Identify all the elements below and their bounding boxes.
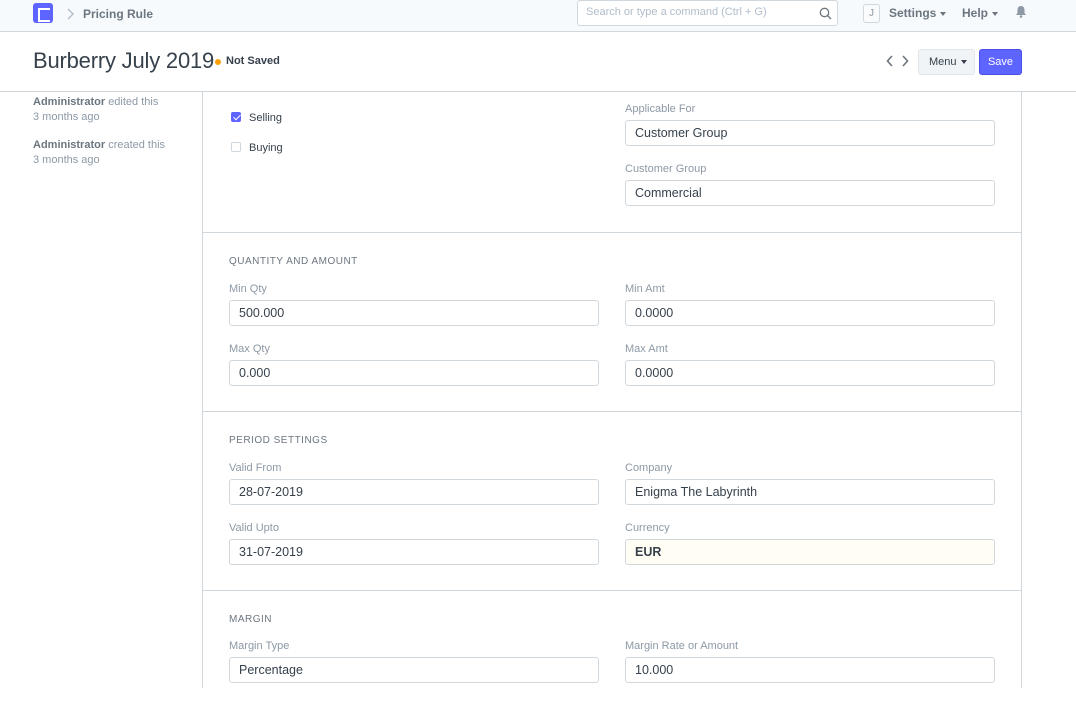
search-input[interactable]: [586, 6, 816, 18]
margin-type-select[interactable]: Percentage: [229, 657, 599, 683]
timeline-user[interactable]: Administrator: [33, 139, 105, 151]
caret-down-icon: [992, 11, 999, 16]
applicable-for-field: Applicable For Customer Group: [625, 103, 995, 146]
section-heading: QUANTITY AND AMOUNT: [229, 256, 358, 267]
margin-rate-label: Margin Rate or Amount: [625, 640, 739, 652]
selling-label: Selling: [249, 112, 283, 124]
caret-down-icon: [960, 60, 967, 65]
help-dropdown[interactable]: Help: [962, 6, 999, 20]
min-qty-input[interactable]: 500.000: [229, 300, 599, 326]
section-quantity-amount: QUANTITY AND AMOUNT Min Qty 500.000 Min …: [203, 233, 1021, 412]
search-icon[interactable]: [819, 7, 832, 20]
margin-type-label: Margin Type: [229, 640, 290, 652]
valid-from-input[interactable]: 28-07-2019: [229, 479, 599, 505]
selling-checkbox[interactable]: [231, 112, 241, 123]
menu-button[interactable]: Menu: [918, 49, 975, 75]
applicable-for-label: Applicable For: [625, 103, 696, 115]
search-bar[interactable]: [577, 0, 838, 26]
help-label: Help: [962, 6, 989, 20]
max-amt-field: Max Amt 0.0000: [625, 343, 995, 386]
previous-record-icon[interactable]: [885, 54, 895, 68]
section-heading: PERIOD SETTINGS: [229, 435, 328, 446]
page-head: Burberry July 2019 Not Saved Menu Save: [0, 32, 1076, 92]
app-logo[interactable]: [33, 3, 53, 23]
company-field: Company Enigma The Labyrinth: [625, 462, 995, 505]
pricing-rule-form: Selling Buying Applicable For Customer G…: [202, 92, 1022, 688]
max-qty-input[interactable]: 0.000: [229, 360, 599, 386]
customer-group-label: Customer Group: [625, 163, 707, 175]
max-qty-field: Max Qty 0.000: [229, 343, 599, 386]
valid-from-label: Valid From: [229, 462, 282, 474]
caret-down-icon: [940, 11, 947, 16]
margin-rate-input[interactable]: 10.000: [625, 657, 995, 683]
currency-input[interactable]: EUR: [625, 539, 995, 565]
settings-dropdown[interactable]: Settings: [889, 6, 947, 20]
margin-type-field: Margin Type Percentage: [229, 640, 599, 683]
chevron-right-icon: [67, 8, 74, 20]
settings-label: Settings: [889, 6, 937, 20]
margin-rate-field: Margin Rate or Amount 10.000: [625, 640, 995, 683]
timeline-action: created this: [108, 139, 166, 151]
timeline-user[interactable]: Administrator: [33, 96, 105, 108]
menu-label: Menu: [929, 56, 957, 68]
valid-upto-input[interactable]: 31-07-2019: [229, 539, 599, 565]
save-button[interactable]: Save: [979, 49, 1022, 75]
currency-label: Currency: [625, 522, 670, 534]
buying-checkbox[interactable]: [231, 142, 241, 153]
timeline-sidebar: Administrator edited this 3 months ago A…: [33, 95, 193, 181]
timeline-entry: Administrator edited this 3 months ago: [33, 95, 193, 125]
min-amt-input[interactable]: 0.0000: [625, 300, 995, 326]
buying-label: Buying: [249, 142, 283, 154]
min-qty-label: Min Qty: [229, 283, 267, 295]
min-amt-label: Min Amt: [625, 283, 665, 295]
navbar: Pricing Rule J Settings Help: [0, 0, 1076, 32]
valid-upto-field: Valid Upto 31-07-2019: [229, 522, 599, 565]
next-record-icon[interactable]: [900, 54, 910, 68]
max-amt-label: Max Amt: [625, 343, 668, 355]
bell-icon[interactable]: [1015, 5, 1027, 18]
company-label: Company: [625, 462, 673, 474]
timeline-entry: Administrator created this 3 months ago: [33, 138, 193, 168]
breadcrumb-pricing-rule[interactable]: Pricing Rule: [83, 7, 153, 21]
min-qty-field: Min Qty 500.000: [229, 283, 599, 326]
section-applicable: Selling Buying Applicable For Customer G…: [203, 92, 1021, 233]
min-amt-field: Min Amt 0.0000: [625, 283, 995, 326]
status-indicator-dot: [215, 59, 221, 65]
timeline-time: 3 months ago: [33, 111, 100, 123]
company-input[interactable]: Enigma The Labyrinth: [625, 479, 995, 505]
section-period-settings: PERIOD SETTINGS Valid From 28-07-2019 Co…: [203, 412, 1021, 591]
section-margin: MARGIN Margin Type Percentage Margin Rat…: [203, 591, 1021, 688]
buying-checkbox-row[interactable]: Buying: [231, 142, 283, 154]
timeline-time: 3 months ago: [33, 154, 100, 166]
max-amt-input[interactable]: 0.0000: [625, 360, 995, 386]
avatar[interactable]: J: [863, 4, 880, 23]
customer-group-field: Customer Group Commercial: [625, 163, 995, 206]
valid-from-field: Valid From 28-07-2019: [229, 462, 599, 505]
timeline-action: edited this: [108, 96, 159, 108]
currency-field: Currency EUR: [625, 522, 995, 565]
page-title: Burberry July 2019: [33, 48, 215, 73]
status-badge: Not Saved: [226, 55, 280, 67]
customer-group-input[interactable]: Commercial: [625, 180, 995, 206]
applicable-for-select[interactable]: Customer Group: [625, 120, 995, 146]
section-heading: MARGIN: [229, 614, 272, 625]
selling-checkbox-row[interactable]: Selling: [231, 112, 282, 124]
valid-upto-label: Valid Upto: [229, 522, 279, 534]
max-qty-label: Max Qty: [229, 343, 270, 355]
